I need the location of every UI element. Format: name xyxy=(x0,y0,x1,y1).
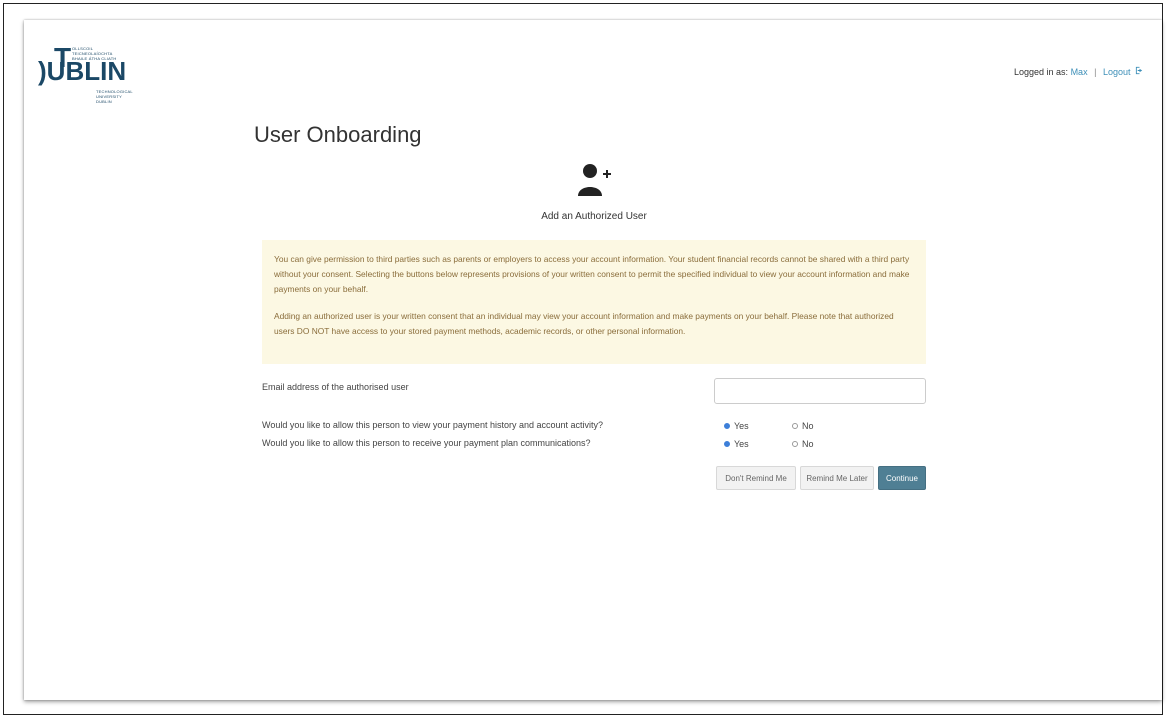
username-link[interactable]: Max xyxy=(1071,67,1088,77)
logout-icon[interactable] xyxy=(1135,66,1144,77)
payment-history-yes-option[interactable]: Yes xyxy=(724,421,792,431)
plan-communications-yes-option[interactable]: Yes xyxy=(724,439,792,449)
add-user-icon xyxy=(574,160,614,200)
plan-communications-yes-radio[interactable] xyxy=(724,441,730,447)
logout-link[interactable]: Logout xyxy=(1103,67,1131,77)
question-plan-communications: Would you like to allow this person to r… xyxy=(262,438,591,448)
consent-notice: You can give permission to third parties… xyxy=(262,240,926,364)
payment-history-no-option[interactable]: No xyxy=(792,421,860,431)
page-viewport: T OLLSCOIL TEICNEOLAÍOCHTA BHAILE ÁTHA C… xyxy=(24,20,1162,700)
plan-communications-no-option[interactable]: No xyxy=(792,439,860,449)
email-field[interactable] xyxy=(714,378,926,404)
header-separator: | xyxy=(1094,67,1097,77)
question-payment-history: Would you like to allow this person to v… xyxy=(262,420,604,430)
add-user-label: Add an Authorized User xyxy=(541,211,647,222)
notice-paragraph-1: You can give permission to third parties… xyxy=(274,254,910,294)
plan-communications-yes-label: Yes xyxy=(734,439,749,449)
screenshot-frame: T OLLSCOIL TEICNEOLAÍOCHTA BHAILE ÁTHA C… xyxy=(3,3,1163,715)
plan-communications-no-label: No xyxy=(802,439,814,449)
payment-history-yes-radio[interactable] xyxy=(724,423,730,429)
user-status-bar: Logged in as: Max | Logout xyxy=(1014,66,1144,77)
payment-history-no-radio[interactable] xyxy=(792,423,798,429)
logged-in-label: Logged in as: xyxy=(1014,67,1071,77)
logo-wordmark: )UBLIN xyxy=(38,56,127,86)
tu-dublin-logo[interactable]: T OLLSCOIL TEICNEOLAÍOCHTA BHAILE ÁTHA C… xyxy=(38,42,138,106)
plan-communications-no-radio[interactable] xyxy=(792,441,798,447)
payment-history-radio-group: Yes No xyxy=(724,421,860,431)
remind-later-button[interactable]: Remind Me Later xyxy=(800,466,874,490)
notice-paragraph-2: Adding an authorized user is your writte… xyxy=(274,311,894,336)
payment-history-yes-label: Yes xyxy=(734,421,749,431)
payment-history-no-label: No xyxy=(802,421,814,431)
add-user-header: Add an Authorized User xyxy=(524,160,664,222)
continue-button[interactable]: Continue xyxy=(878,466,926,490)
logo-tagline-bottom: TECHNOLOGICAL UNIVERSITY DUBLIN xyxy=(96,89,133,104)
email-label: Email address of the authorised user xyxy=(262,382,409,392)
dont-remind-button[interactable]: Don't Remind Me xyxy=(716,466,796,490)
page-title: User Onboarding xyxy=(254,122,422,147)
plan-communications-radio-group: Yes No xyxy=(724,439,860,449)
